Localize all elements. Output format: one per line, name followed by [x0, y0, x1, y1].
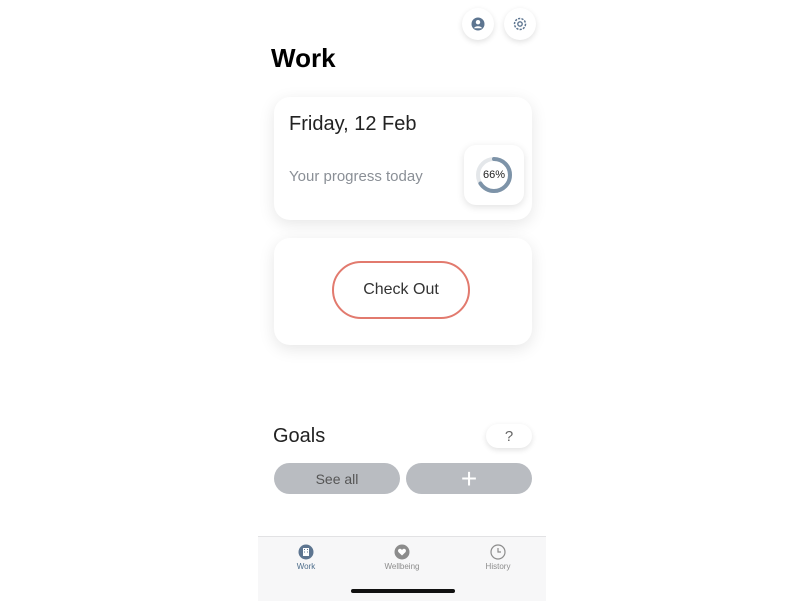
tab-work-label: Work: [296, 562, 316, 571]
building-icon: [298, 544, 314, 560]
progress-percent: 66%: [482, 169, 506, 181]
goals-title: Goals: [273, 425, 326, 447]
page-title: Work: [271, 43, 336, 73]
profile-button[interactable]: [462, 8, 494, 40]
settings-button[interactable]: [504, 8, 536, 40]
user-icon: [471, 17, 485, 31]
progress-label: Your progress today: [289, 168, 423, 185]
goals-help-button[interactable]: ?: [486, 424, 532, 448]
plus-icon: +: [460, 462, 478, 494]
home-indicator: [351, 589, 455, 593]
check-out-button[interactable]: Check Out: [332, 261, 470, 319]
top-icon-bar: [462, 8, 536, 40]
tab-history[interactable]: History: [450, 537, 546, 601]
today-date: Friday, 12 Feb: [289, 113, 417, 135]
checkout-card: Check Out: [274, 238, 532, 345]
progress-ring-container: 66%: [464, 145, 524, 205]
tab-wellbeing-label: Wellbeing: [384, 562, 420, 571]
add-goal-button[interactable]: +: [406, 463, 532, 494]
clock-icon: [490, 544, 506, 560]
tab-history-label: History: [485, 562, 511, 571]
heart-icon: [394, 544, 410, 560]
today-card: Friday, 12 Feb Your progress today 66%: [274, 97, 532, 220]
tab-work[interactable]: Work: [258, 537, 354, 601]
app-screen: Work Friday, 12 Feb Your progress today …: [258, 0, 546, 601]
gear-icon: [513, 17, 527, 31]
see-all-button[interactable]: See all: [274, 463, 400, 494]
